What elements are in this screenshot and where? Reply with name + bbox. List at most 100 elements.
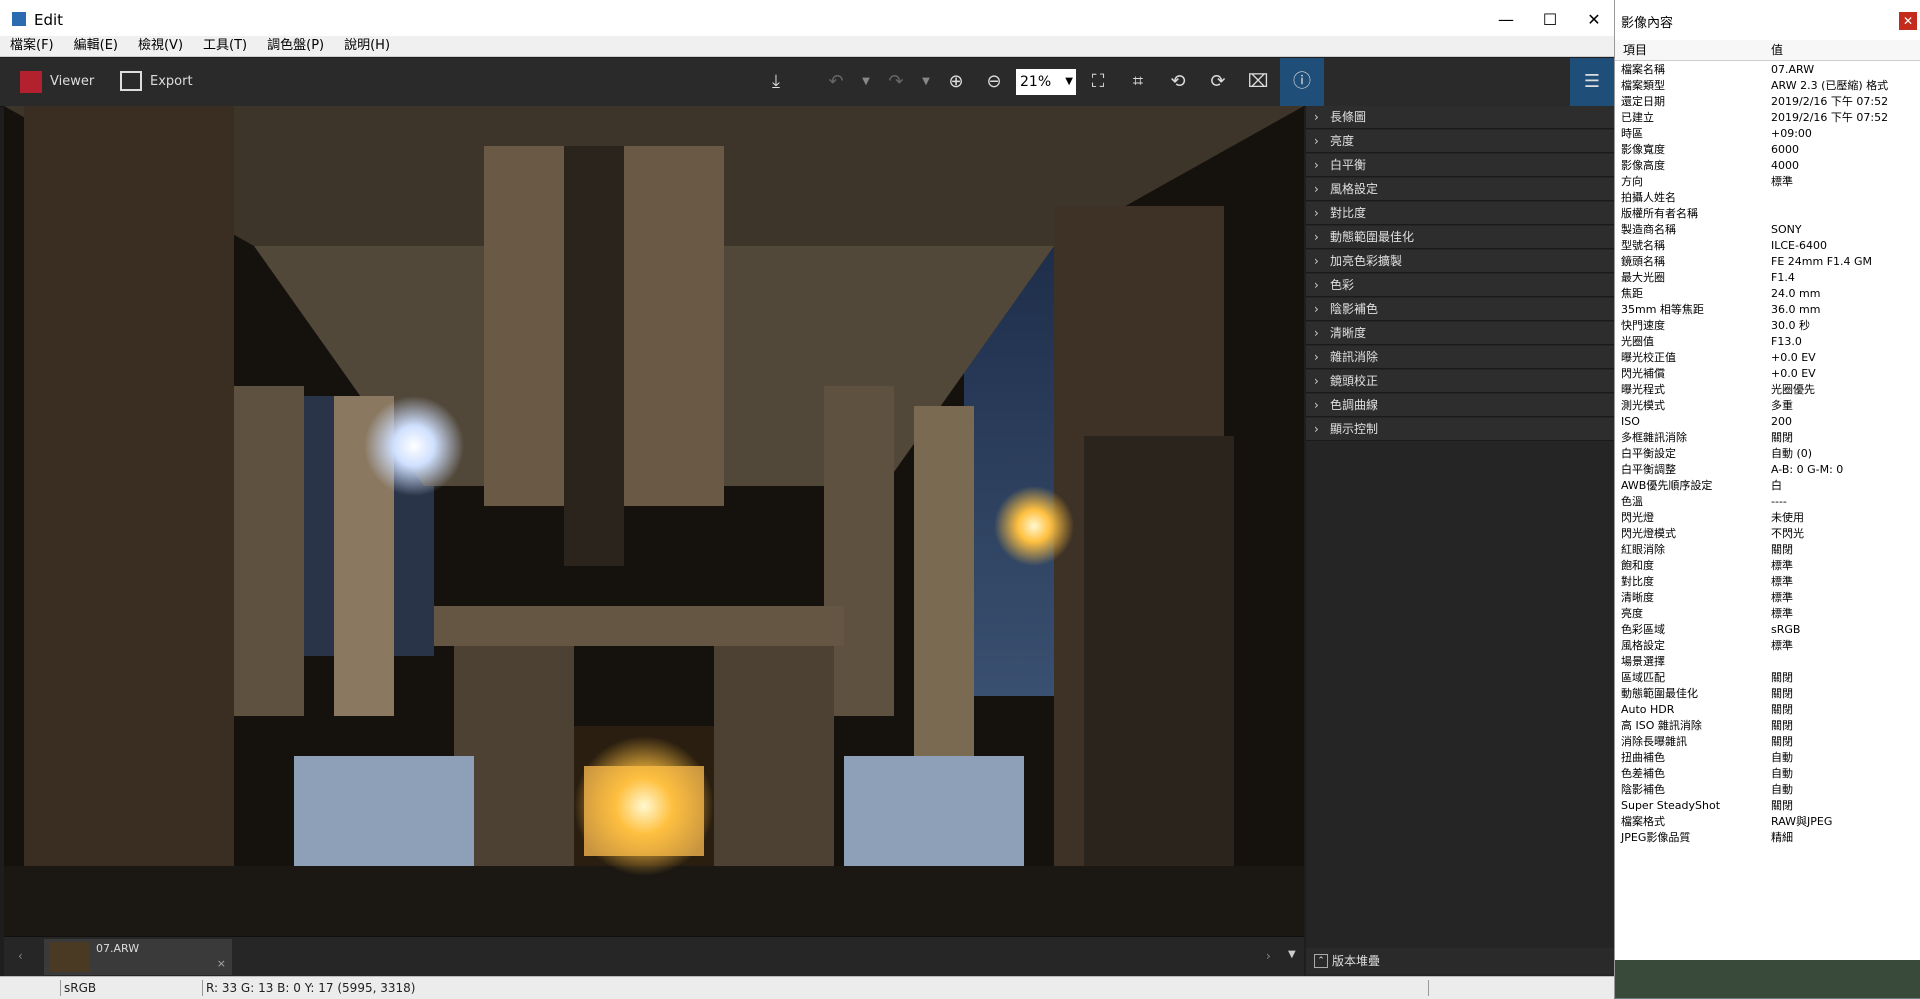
- property-row[interactable]: 檔案名稱 07.ARW: [1615, 62, 1920, 78]
- rotate-left-icon[interactable]: ⟲: [1164, 68, 1192, 96]
- property-row[interactable]: 風格設定 標準: [1615, 638, 1920, 654]
- actual-size-icon[interactable]: ⌗: [1124, 68, 1152, 96]
- property-row[interactable]: 場景選擇: [1615, 654, 1920, 670]
- property-row[interactable]: Auto HDR 關閉: [1615, 702, 1920, 718]
- adjust-shading[interactable]: › 陰影補色: [1306, 298, 1614, 321]
- property-row[interactable]: 曝光校正值 +0.0 EV: [1615, 350, 1920, 366]
- export-button[interactable]: Export: [150, 70, 193, 94]
- property-row[interactable]: 35mm 相等焦距 36.0 mm: [1615, 302, 1920, 318]
- property-row[interactable]: 快門速度 30.0 秒: [1615, 318, 1920, 334]
- property-row[interactable]: 焦距 24.0 mm: [1615, 286, 1920, 302]
- property-row[interactable]: 製造商名稱 SONY: [1615, 222, 1920, 238]
- adjust-brightness[interactable]: › 亮度: [1306, 130, 1614, 153]
- redo-dropdown-icon[interactable]: ▼: [912, 68, 940, 96]
- property-row[interactable]: 消除長曝雜訊 關閉: [1615, 734, 1920, 750]
- property-row[interactable]: 亮度 標準: [1615, 606, 1920, 622]
- close-icon[interactable]: ×: [217, 957, 226, 970]
- filmstrip-thumbnail[interactable]: 07.ARW ×: [44, 939, 232, 975]
- property-row[interactable]: 色差補色 自動: [1615, 766, 1920, 782]
- property-row[interactable]: Super SteadyShot 關閉: [1615, 798, 1920, 814]
- property-row[interactable]: 區域匹配 關閉: [1615, 670, 1920, 686]
- filmstrip-next-icon[interactable]: ›: [1266, 949, 1271, 963]
- adjust-creative-style[interactable]: › 風格設定: [1306, 178, 1614, 201]
- property-row[interactable]: 拍攝人姓名: [1615, 190, 1920, 206]
- close-icon[interactable]: ✕: [1899, 12, 1917, 30]
- crop-icon[interactable]: ⌧: [1244, 68, 1272, 96]
- property-row[interactable]: JPEG影像品質 精細: [1615, 830, 1920, 846]
- property-row[interactable]: 最大光圈 F1.4: [1615, 270, 1920, 286]
- property-row[interactable]: 閃光燈模式 不閃光: [1615, 526, 1920, 542]
- viewer-button[interactable]: Viewer: [50, 70, 94, 94]
- property-row[interactable]: 時區 +09:00: [1615, 126, 1920, 142]
- column-value[interactable]: 值: [1771, 40, 1783, 60]
- property-row[interactable]: 動態範圍最佳化 關閉: [1615, 686, 1920, 702]
- property-row[interactable]: 高 ISO 雜訊消除 關閉: [1615, 718, 1920, 734]
- adjust-highlight-color[interactable]: › 加亮色彩擴製: [1306, 250, 1614, 273]
- menu-tools[interactable]: 工具(T): [193, 36, 257, 56]
- property-row[interactable]: 測光模式 多重: [1615, 398, 1920, 414]
- rotate-right-icon[interactable]: ⟳: [1204, 68, 1232, 96]
- property-row[interactable]: 多框雜訊消除 關閉: [1615, 430, 1920, 446]
- adjustments-panel-button[interactable]: ☰: [1570, 58, 1614, 106]
- property-row[interactable]: 影像高度 4000: [1615, 158, 1920, 174]
- thumbnail-image: [50, 942, 90, 972]
- property-row[interactable]: 方向 標準: [1615, 174, 1920, 190]
- property-row[interactable]: 飽和度 標準: [1615, 558, 1920, 574]
- menu-help[interactable]: 說明(H): [334, 36, 400, 56]
- property-row[interactable]: 已建立 2019/2/16 下午 07:52: [1615, 110, 1920, 126]
- property-row[interactable]: 白平衡調整 A-B: 0 G-M: 0: [1615, 462, 1920, 478]
- property-row[interactable]: 扭曲補色 自動: [1615, 750, 1920, 766]
- adjust-noise-reduction[interactable]: › 雜訊消除: [1306, 346, 1614, 369]
- redo-icon[interactable]: ↷: [882, 68, 910, 96]
- property-row[interactable]: 鏡頭名稱 FE 24mm F1.4 GM: [1615, 254, 1920, 270]
- adjust-tone-curve[interactable]: › 色調曲線: [1306, 394, 1614, 417]
- save-download-icon[interactable]: ⤓: [762, 68, 790, 96]
- menu-file[interactable]: 檔案(F): [0, 36, 64, 56]
- version-stack[interactable]: ⌃ 版本堆疊: [1306, 948, 1614, 974]
- zoom-in-icon[interactable]: ⊕: [942, 68, 970, 96]
- property-row[interactable]: 白平衡設定 自動 (0): [1615, 446, 1920, 462]
- adjust-color[interactable]: › 色彩: [1306, 274, 1614, 297]
- property-row[interactable]: 陰影補色 自動: [1615, 782, 1920, 798]
- info-button[interactable]: ⓘ: [1280, 58, 1324, 106]
- property-row[interactable]: 對比度 標準: [1615, 574, 1920, 590]
- property-row[interactable]: 影像寬度 6000: [1615, 142, 1920, 158]
- property-row[interactable]: 還定日期 2019/2/16 下午 07:52: [1615, 94, 1920, 110]
- property-row[interactable]: 版權所有者名稱: [1615, 206, 1920, 222]
- fit-screen-icon[interactable]: ⛶: [1084, 68, 1112, 96]
- property-row[interactable]: 曝光程式 光圈優先: [1615, 382, 1920, 398]
- menu-view[interactable]: 檢視(V): [128, 36, 193, 56]
- photo-preview[interactable]: [4, 106, 1304, 936]
- filmstrip-menu-icon[interactable]: ▼: [1288, 949, 1296, 960]
- property-row[interactable]: 色彩區域 sRGB: [1615, 622, 1920, 638]
- property-row[interactable]: 光圈值 F13.0: [1615, 334, 1920, 350]
- property-row[interactable]: 型號名稱 ILCE-6400: [1615, 238, 1920, 254]
- property-row[interactable]: 閃光燈 未使用: [1615, 510, 1920, 526]
- property-row[interactable]: 清晰度 標準: [1615, 590, 1920, 606]
- property-row[interactable]: AWB優先順序設定 白: [1615, 478, 1920, 494]
- adjust-dro[interactable]: › 動態範圍最佳化: [1306, 226, 1614, 249]
- menu-edit[interactable]: 編輯(E): [64, 36, 128, 56]
- property-row[interactable]: 檔案格式 RAW與JPEG: [1615, 814, 1920, 830]
- property-row[interactable]: 紅眼消除 關閉: [1615, 542, 1920, 558]
- column-item[interactable]: 項目: [1623, 40, 1647, 60]
- property-row[interactable]: 檔案類型 ARW 2.3 (已壓縮) 格式: [1615, 78, 1920, 94]
- close-window-button[interactable]: ✕: [1576, 6, 1612, 34]
- maximize-button[interactable]: ☐: [1532, 6, 1568, 34]
- menu-palette[interactable]: 調色盤(P): [257, 36, 334, 56]
- adjust-clarity[interactable]: › 清晰度: [1306, 322, 1614, 345]
- adjust-white-balance[interactable]: › 白平衡: [1306, 154, 1614, 177]
- adjust-lens-correction[interactable]: › 鏡頭校正: [1306, 370, 1614, 393]
- undo-icon[interactable]: ↶: [822, 68, 850, 96]
- adjust-contrast[interactable]: › 對比度: [1306, 202, 1614, 225]
- adjust-display-control[interactable]: › 顯示控制: [1306, 418, 1614, 441]
- minimize-button[interactable]: —: [1488, 6, 1524, 34]
- filmstrip-prev-icon[interactable]: ‹: [18, 949, 23, 963]
- zoom-out-icon[interactable]: ⊖: [980, 68, 1008, 96]
- property-row[interactable]: 閃光補償 +0.0 EV: [1615, 366, 1920, 382]
- property-row[interactable]: 色溫 ----: [1615, 494, 1920, 510]
- zoom-select[interactable]: 21% ▼: [1016, 69, 1076, 95]
- adjust-histogram[interactable]: › 長條圖: [1306, 106, 1614, 129]
- undo-dropdown-icon[interactable]: ▼: [852, 68, 880, 96]
- property-row[interactable]: ISO 200: [1615, 414, 1920, 430]
